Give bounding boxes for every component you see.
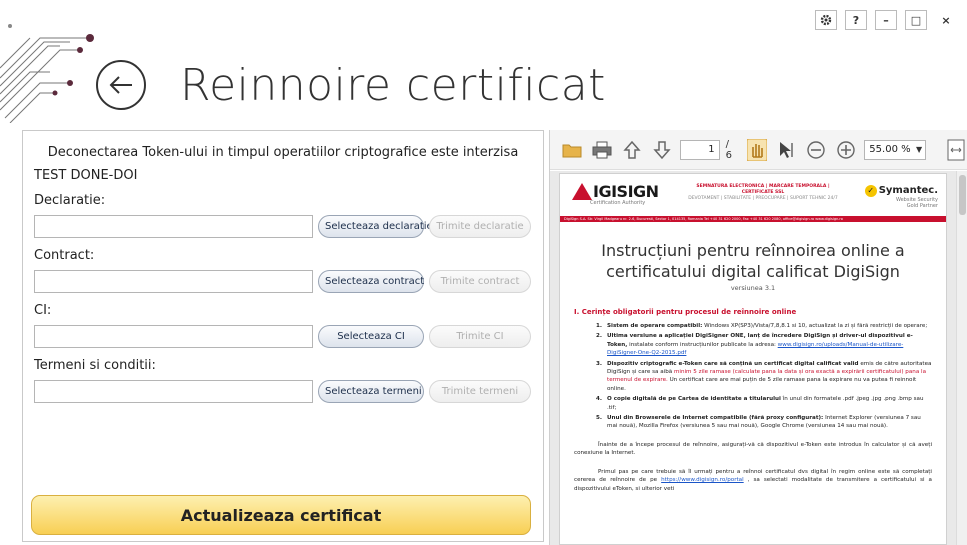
app-window: ? – □ × Reinnoire certificat Deconectare…	[0, 0, 967, 545]
arrow-down-icon[interactable]	[650, 138, 674, 162]
arrow-up-icon[interactable]	[620, 138, 644, 162]
select-declaratie-button[interactable]: Selecteaza declaratie	[318, 214, 433, 238]
list-item: 4. O copie digitală de pe Cartea de iden…	[596, 396, 924, 411]
scroll-thumb[interactable]	[959, 175, 966, 215]
termeni-label: Termeni si conditii:	[34, 358, 156, 373]
update-certificate-button[interactable]: Actualizeaza certificat	[31, 495, 531, 535]
list-item: 1. Sistem de operare compatibil: Windows…	[596, 323, 928, 329]
declaratie-label: Declaratie:	[34, 193, 106, 208]
document-tagline: SEMNATURA ELECTRONICA | MARCARE TEMPORAL…	[688, 184, 838, 202]
vertical-scrollbar[interactable]	[956, 171, 967, 545]
declaratie-row: Selecteaza declaratie Trimite declaratie	[34, 214, 543, 238]
select-termeni-button[interactable]: Selecteaza termeni	[318, 379, 424, 403]
chevron-down-icon: ▼	[915, 145, 923, 154]
send-ci-button[interactable]: Trimite CI	[429, 324, 531, 348]
declaratie-file-input[interactable]	[34, 214, 313, 238]
send-termeni-button[interactable]: Trimite termeni	[429, 379, 531, 403]
ci-label: CI:	[34, 303, 52, 318]
page-title: Reinnoire certificat	[180, 60, 606, 111]
list-item: 2. Ultima versiune a aplicației DigiSign…	[596, 333, 913, 357]
list-item: 5. Unul din Browserele de Internet compa…	[596, 415, 921, 430]
termeni-file-input[interactable]	[34, 379, 313, 403]
digisign-logo: IGISIGN	[572, 182, 659, 201]
logo-text: IGISIGN	[593, 182, 659, 201]
print-icon[interactable]	[590, 138, 614, 162]
hand-icon[interactable]	[745, 138, 769, 162]
select-contract-button[interactable]: Selecteaza contract	[318, 269, 424, 293]
ci-row: Selecteaza CI Trimite CI	[34, 324, 543, 348]
ci-file-input[interactable]	[34, 324, 313, 348]
send-contract-button[interactable]: Trimite contract	[429, 269, 531, 293]
folder-icon[interactable]	[560, 138, 584, 162]
paragraph-1: Înainte de a începe procesul de reînnoir…	[574, 441, 932, 457]
list-item: 3. Dispozitiv criptografic e-Token care …	[596, 360, 932, 392]
contract-row: Selecteaza contract Trimite contract	[34, 269, 543, 293]
tagline-line-1: SEMNATURA ELECTRONICA | MARCARE TEMPORAL…	[696, 184, 830, 195]
portal-link[interactable]: https://www.digisign.ro/portal	[661, 477, 744, 483]
header: Reinnoire certificat	[0, 0, 967, 125]
document-header: IGISIGN Certification Authority SEMNATUR…	[560, 174, 946, 216]
document-title: Instrucțiuni pentru reînnoirea online a …	[601, 241, 905, 281]
section-title: I. Cerințe obligatorii pentru procesul d…	[574, 308, 797, 316]
contract-label: Contract:	[34, 248, 95, 263]
fit-page-icon[interactable]	[944, 138, 967, 162]
arrow-left-icon	[109, 76, 132, 94]
token-name: TEST DONE-DOI	[34, 168, 138, 183]
document-version: versiunea 3.1	[730, 284, 776, 292]
partner-badge: ✓ Symantec. Website Security Gold Partner	[864, 178, 938, 209]
circuit-decoration-icon	[0, 24, 94, 123]
zoom-value: 55.00 %	[869, 144, 911, 155]
check-icon: ✓	[864, 185, 877, 197]
address-bar: DigiSign S.A. Str. Virgil Madgearu nr. 2…	[560, 216, 946, 222]
requirements-list: 1. Sistem de operare compatibil: Windows…	[596, 322, 932, 431]
document-area[interactable]: IGISIGN Certification Authority SEMNATUR…	[550, 171, 967, 545]
zoom-out-icon[interactable]	[804, 138, 828, 162]
tagline-line-2: DEVOTAMENT | STABILITATE | PREOCUPARE | …	[688, 196, 838, 201]
logo-subtitle: Certification Authority	[590, 200, 646, 206]
zoom-select[interactable]: 55.00 % ▼	[864, 139, 927, 160]
contract-file-input[interactable]	[34, 269, 313, 293]
pdf-toolbar: 1 / 6 55.00 % ▼	[550, 130, 967, 170]
zoom-in-icon[interactable]	[834, 138, 858, 162]
termeni-row: Selecteaza termeni Trimite termeni	[34, 379, 543, 403]
send-declaratie-button[interactable]: Trimite declaratie	[429, 214, 531, 238]
pdf-viewer: 1 / 6 55.00 % ▼ IGISIGN Certification Au…	[549, 130, 967, 545]
partner-brand: Symantec.	[878, 185, 938, 196]
warning-notice: Deconectarea Token-ului in timpul operat…	[47, 145, 519, 160]
paragraph-2: Primul pas pe care trebuie să îl urmați …	[574, 468, 932, 492]
page-total: / 6	[725, 138, 733, 161]
back-button[interactable]	[96, 60, 146, 110]
renewal-form-panel: Deconectarea Token-ului in timpul operat…	[22, 130, 544, 542]
select-text-icon[interactable]	[774, 138, 798, 162]
document-page: IGISIGN Certification Authority SEMNATUR…	[559, 173, 947, 545]
select-ci-button[interactable]: Selecteaza CI	[318, 324, 424, 348]
page-number-input[interactable]: 1	[679, 139, 720, 160]
logo-triangle-icon	[572, 183, 592, 200]
partner-sub-2: Gold Partner	[906, 203, 938, 209]
